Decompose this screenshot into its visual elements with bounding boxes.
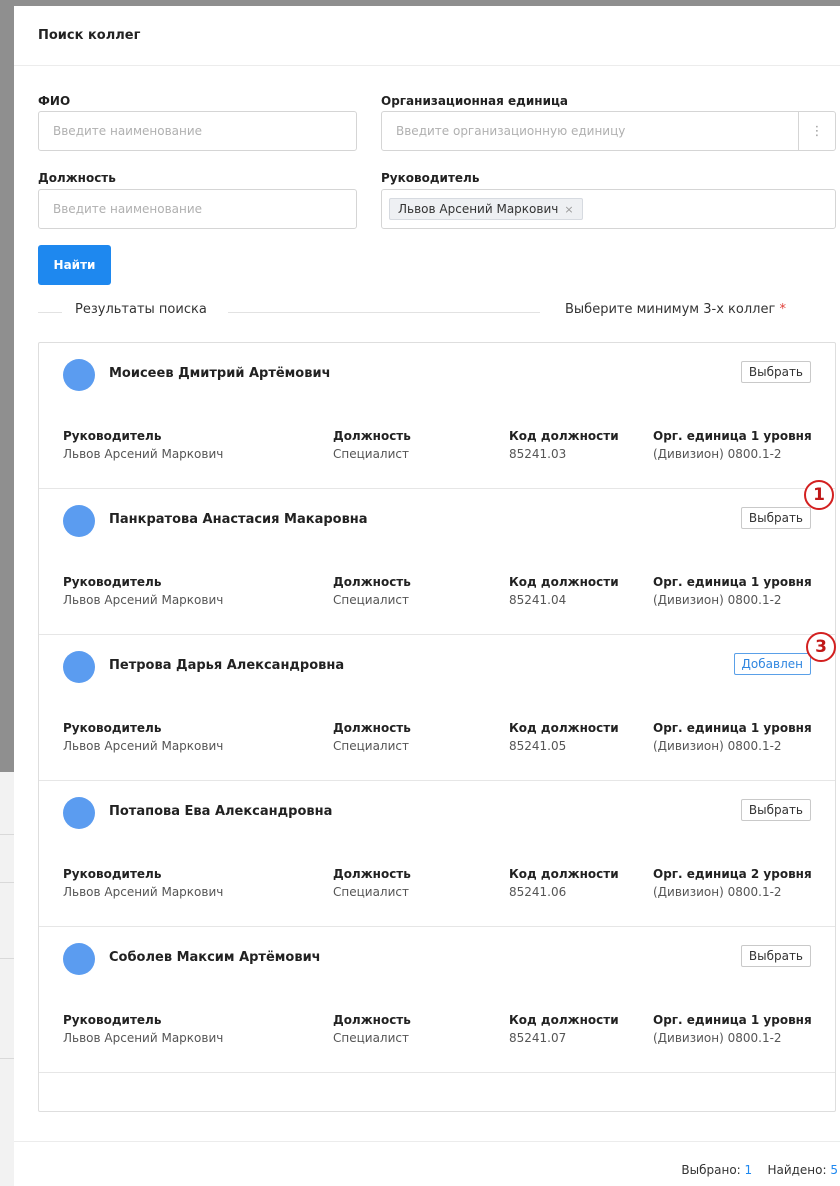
manager-column-label: Руководитель (63, 575, 162, 589)
fio-input[interactable]: Введите наименование (38, 111, 357, 151)
result-card: Потапова Ева Александровна Выбрать Руков… (39, 781, 835, 927)
org-unit-value: (Дивизион) 0800.1-2 (653, 1031, 782, 1045)
code-column-label: Код должности (509, 429, 619, 443)
manager-value: Львов Арсений Маркович (63, 447, 224, 461)
search-colleagues-dialog: Поиск коллег ФИО Введите наименование Ор… (14, 6, 840, 1186)
results-hint: Выберите минимум 3-х коллег * (565, 302, 786, 317)
result-card: Петрова Дарья Александровна Добавлен Рук… (39, 635, 835, 781)
results-list: Моисеев Дмитрий Артёмович Выбрать Руково… (38, 342, 836, 1112)
org-unit-column-label: Орг. единица 1 уровня (653, 575, 812, 589)
org-unit-label: Организационная единица (381, 94, 568, 108)
fio-label: ФИО (38, 94, 71, 108)
manager-column-label: Руководитель (63, 429, 162, 443)
person-name: Соболев Максим Артёмович (109, 950, 321, 965)
org-unit-column-label: Орг. единица 1 уровня (653, 429, 812, 443)
position-label: Должность (38, 171, 116, 185)
result-card: Моисеев Дмитрий Артёмович Выбрать Руково… (39, 343, 835, 489)
code-value: 85241.07 (509, 1031, 567, 1045)
person-name: Панкратова Анастасия Макаровна (109, 512, 368, 527)
position-value: Специалист (333, 447, 409, 461)
org-unit-placeholder: Введите организационную единицу (396, 124, 626, 138)
found-label: Найдено: (767, 1163, 827, 1177)
annotation-marker-3: 3 (806, 632, 836, 662)
results-hint-text: Выберите минимум 3-х коллег (565, 302, 776, 317)
results-divider: Результаты поиска Выберите минимум 3-х к… (38, 302, 824, 322)
org-unit-column-label: Орг. единица 2 уровня (653, 867, 812, 881)
org-unit-value: (Дивизион) 0800.1-2 (653, 739, 782, 753)
position-column-label: Должность (333, 429, 411, 443)
code-value: 85241.05 (509, 739, 567, 753)
found-count: 5 (830, 1163, 838, 1177)
result-card: Панкратова Анастасия Макаровна Выбрать Р… (39, 489, 835, 635)
code-value: 85241.06 (509, 885, 567, 899)
manager-tag: Львов Арсений Маркович × (389, 198, 583, 220)
added-button[interactable]: Добавлен (733, 653, 811, 675)
avatar (63, 505, 95, 537)
avatar (63, 797, 95, 829)
manager-column-label: Руководитель (63, 867, 162, 881)
selection-summary: Выбрано: 1 Найдено: 5 (681, 1163, 838, 1177)
required-mark: * (779, 302, 786, 317)
select-button[interactable]: Выбрать (740, 361, 811, 383)
person-name: Петрова Дарья Александровна (109, 658, 345, 673)
remove-tag-icon[interactable]: × (564, 203, 573, 216)
avatar (63, 943, 95, 975)
person-name: Моисеев Дмитрий Артёмович (109, 366, 331, 381)
position-input[interactable]: Введите наименование (38, 189, 357, 229)
code-column-label: Код должности (509, 867, 619, 881)
dialog-title: Поиск коллег (14, 6, 840, 66)
manager-column-label: Руководитель (63, 1013, 162, 1027)
selected-label: Выбрано: (681, 1163, 741, 1177)
position-value: Специалист (333, 1031, 409, 1045)
position-value: Специалист (333, 593, 409, 607)
org-unit-value: (Дивизион) 0800.1-2 (653, 885, 782, 899)
position-value: Специалист (333, 739, 409, 753)
footer-divider (14, 1141, 840, 1142)
manager-label: Руководитель (381, 171, 480, 185)
org-unit-column-label: Орг. единица 1 уровня (653, 1013, 812, 1027)
select-button[interactable]: Выбрать (740, 945, 811, 967)
results-title: Результаты поиска (75, 302, 207, 317)
position-column-label: Должность (333, 721, 411, 735)
position-column-label: Должность (333, 575, 411, 589)
selected-count: 1 (744, 1163, 753, 1177)
position-column-label: Должность (333, 1013, 411, 1027)
result-card: Соболев Максим Артёмович Выбрать Руковод… (39, 927, 835, 1073)
manager-value: Львов Арсений Маркович (63, 739, 224, 753)
code-value: 85241.04 (509, 593, 567, 607)
annotation-marker-1: 1 (804, 480, 834, 510)
manager-value: Львов Арсений Маркович (63, 593, 224, 607)
select-button[interactable]: Выбрать (740, 799, 811, 821)
fio-placeholder: Введите наименование (53, 124, 203, 138)
code-column-label: Код должности (509, 1013, 619, 1027)
manager-value: Львов Арсений Маркович (63, 885, 224, 899)
manager-value: Львов Арсений Маркович (63, 1031, 224, 1045)
position-column-label: Должность (333, 867, 411, 881)
avatar (63, 359, 95, 391)
position-value: Специалист (333, 885, 409, 899)
position-placeholder: Введите наименование (53, 202, 203, 216)
search-button[interactable]: Найти (38, 245, 111, 285)
org-unit-column-label: Орг. единица 1 уровня (653, 721, 812, 735)
org-unit-input[interactable]: Введите организационную единицу ⋮ (381, 111, 836, 151)
manager-column-label: Руководитель (63, 721, 162, 735)
background-page-strip (0, 772, 14, 1186)
select-button[interactable]: Выбрать (740, 507, 811, 529)
code-column-label: Код должности (509, 721, 619, 735)
avatar (63, 651, 95, 683)
org-unit-value: (Дивизион) 0800.1-2 (653, 593, 782, 607)
manager-input[interactable]: Львов Арсений Маркович × (381, 189, 836, 229)
manager-tag-label: Львов Арсений Маркович (398, 202, 559, 216)
org-unit-value: (Дивизион) 0800.1-2 (653, 447, 782, 461)
person-name: Потапова Ева Александровна (109, 804, 333, 819)
code-value: 85241.03 (509, 447, 567, 461)
org-unit-picker-button[interactable]: ⋮ (798, 112, 835, 150)
code-column-label: Код должности (509, 575, 619, 589)
more-vertical-icon: ⋮ (810, 123, 824, 139)
